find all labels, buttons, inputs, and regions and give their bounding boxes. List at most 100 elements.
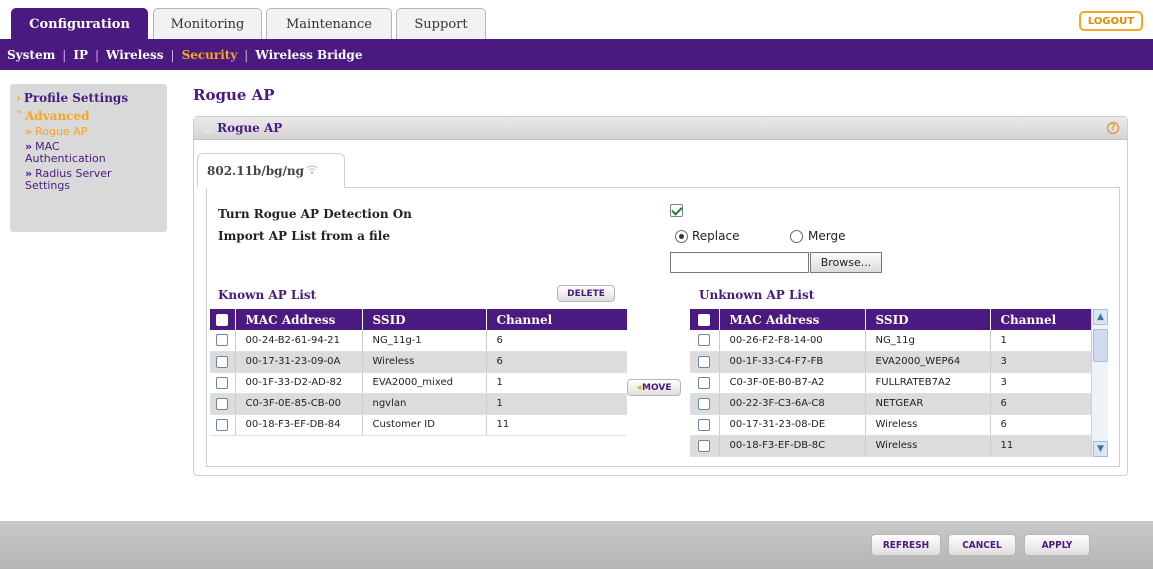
subnav-security[interactable]: Security	[182, 48, 238, 62]
row-checkbox-cell[interactable]	[690, 330, 719, 352]
row-checkbox-cell[interactable]	[690, 372, 719, 394]
mac-address-header: MAC Address	[718, 309, 865, 330]
subnav-wireless-bridge[interactable]: Wireless Bridge	[255, 48, 362, 62]
file-path-input[interactable]	[670, 252, 809, 273]
rogue-ap-panel: :: Rogue AP ? 802.11b/bg/ng Turn Rogue A…	[193, 116, 1128, 476]
row-checkbox-cell[interactable]	[690, 435, 719, 457]
row-checkbox-cell[interactable]	[690, 351, 719, 373]
move-button[interactable]: ◂ MOVE	[627, 379, 681, 396]
row-checkbox[interactable]	[698, 376, 711, 389]
sidebar: › Profile Settings ˅ Advanced » Rogue AP » M…	[10, 84, 167, 232]
refresh-button[interactable]: REFRESH	[871, 534, 941, 556]
row-checkbox[interactable]	[216, 397, 229, 410]
logout-button[interactable]: LOGOUT	[1079, 11, 1143, 31]
sidebar-item-label: Profile Settings	[23, 91, 129, 105]
ssid-cell: ngvlan	[361, 393, 486, 415]
row-checkbox-cell[interactable]	[210, 372, 235, 394]
table-row[interactable]: 00-1F-33-D2-AD-82 EVA2000_mixed 1	[210, 372, 627, 394]
mac-cell: 00-1F-33-C4-F7-FB	[718, 351, 865, 373]
sidebar-item-advanced[interactable]: ˅ Advanced	[16, 109, 161, 123]
row-checkbox[interactable]	[698, 397, 711, 410]
row-checkbox-cell[interactable]	[690, 414, 719, 436]
channel-cell: 6	[485, 330, 627, 352]
tab-configuration[interactable]: Configuration	[11, 8, 148, 39]
table-row[interactable]: 00-22-3F-C3-6A-C8 NETGEAR 6	[690, 393, 1094, 415]
sidebar-item-label: Advanced	[25, 109, 90, 123]
subnav-wireless[interactable]: Wireless	[106, 48, 164, 62]
rogue-detection-checkbox[interactable]	[670, 204, 683, 217]
delete-button[interactable]: DELETE	[557, 285, 615, 302]
row-checkbox[interactable]	[216, 355, 229, 368]
merge-radio[interactable]	[790, 230, 803, 243]
table-row[interactable]: 00-18-F3-EF-DB-8C Wireless 11	[690, 435, 1094, 457]
table-row[interactable]: 00-26-F2-F8-14-00 NG_11g 1	[690, 330, 1094, 352]
tab-maintenance[interactable]: Maintenance	[266, 8, 392, 39]
table-row[interactable]: 00-17-31-23-09-0A Wireless 6	[210, 351, 627, 373]
select-all-unknown-checkbox-cell[interactable]	[690, 309, 719, 330]
chevron-right-icon: ›	[16, 91, 21, 105]
ssid-cell: NETGEAR	[864, 393, 990, 415]
row-checkbox[interactable]	[698, 439, 711, 452]
table-row[interactable]: 00-17-31-23-08-DE Wireless 6	[690, 414, 1094, 436]
row-checkbox-cell[interactable]	[210, 351, 235, 373]
ssid-header: SSID	[361, 309, 486, 330]
apply-button[interactable]: APPLY	[1024, 534, 1090, 556]
grip-icon: ::	[204, 121, 213, 135]
row-checkbox[interactable]	[216, 376, 229, 389]
tab-support[interactable]: Support	[396, 8, 486, 39]
detection-label: Turn Rogue AP Detection On	[218, 207, 412, 221]
help-icon[interactable]: ?	[1107, 122, 1119, 134]
subnav-system[interactable]: System	[7, 48, 55, 62]
table-row[interactable]: 00-1F-33-C4-F7-FB EVA2000_WEP64 3	[690, 351, 1094, 373]
mac-address-header: MAC Address	[234, 309, 362, 330]
subnav-separator: |	[62, 47, 67, 62]
browse-button[interactable]: Browse...	[810, 252, 882, 273]
merge-label: Merge	[808, 229, 846, 243]
table-row[interactable]: 00-24-B2-61-94-21 NG_11g-1 6	[210, 330, 627, 352]
select-all-checkbox[interactable]	[698, 313, 711, 326]
ssid-cell: Wireless	[864, 414, 990, 436]
sidebar-item-mac-authentication[interactable]: » MAC Authentication	[16, 141, 161, 165]
channel-cell: 6	[989, 393, 1094, 415]
mac-cell: 00-17-31-23-09-0A	[234, 351, 362, 373]
scroll-up-icon[interactable]: ▲	[1093, 309, 1108, 325]
row-checkbox[interactable]	[698, 418, 711, 431]
scrollbar-thumb[interactable]	[1093, 329, 1108, 362]
sub-navigation: System | IP | Wireless | Security | Wire…	[0, 39, 1153, 70]
known-ap-table: MAC Address SSID Channel 00-24-B2-61-94-…	[210, 309, 627, 436]
panel-header: :: Rogue AP ?	[194, 117, 1127, 140]
row-checkbox[interactable]	[698, 355, 711, 368]
mac-cell: 00-24-B2-61-94-21	[234, 330, 362, 352]
table-row[interactable]: 00-18-F3-EF-DB-84 Customer ID 11	[210, 414, 627, 436]
row-checkbox-cell[interactable]	[210, 414, 235, 436]
channel-cell: 6	[989, 414, 1094, 436]
replace-radio[interactable]	[675, 230, 688, 243]
sidebar-item-profile-settings[interactable]: › Profile Settings	[16, 91, 161, 105]
row-checkbox[interactable]	[216, 334, 229, 347]
mac-cell: 00-18-F3-EF-DB-8C	[718, 435, 865, 457]
mac-cell: 00-22-3F-C3-6A-C8	[718, 393, 865, 415]
tab-802-11b-bg-ng[interactable]: 802.11b/bg/ng	[197, 153, 345, 188]
ssid-header: SSID	[864, 309, 990, 330]
select-all-known-checkbox-cell[interactable]	[210, 309, 235, 330]
sidebar-item-rogue-ap[interactable]: » Rogue AP	[16, 126, 161, 138]
unknown-ap-list-title: Unknown AP List	[699, 288, 815, 302]
channel-cell: 1	[485, 393, 627, 415]
ssid-cell: Customer ID	[361, 414, 486, 436]
ssid-cell: FULLRATEB7A2	[864, 372, 990, 394]
row-checkbox[interactable]	[216, 418, 229, 431]
tab-monitoring[interactable]: Monitoring	[153, 8, 262, 39]
channel-cell: 3	[989, 372, 1094, 394]
table-row[interactable]: C0-3F-0E-B0-B7-A2 FULLRATEB7A2 3	[690, 372, 1094, 394]
cancel-button[interactable]: CANCEL	[948, 534, 1016, 556]
row-checkbox-cell[interactable]	[690, 393, 719, 415]
sidebar-item-radius-server-settings[interactable]: » Radius Server Settings	[16, 168, 161, 192]
subnav-ip[interactable]: IP	[73, 48, 88, 62]
row-checkbox-cell[interactable]	[210, 330, 235, 352]
row-checkbox-cell[interactable]	[210, 393, 235, 415]
unknown-list-scrollbar[interactable]: ▲ ▼	[1091, 309, 1108, 457]
table-row[interactable]: C0-3F-0E-85-CB-00 ngvlan 1	[210, 393, 627, 415]
row-checkbox[interactable]	[698, 334, 711, 347]
select-all-checkbox[interactable]	[216, 313, 229, 326]
scroll-down-icon[interactable]: ▼	[1093, 441, 1108, 457]
